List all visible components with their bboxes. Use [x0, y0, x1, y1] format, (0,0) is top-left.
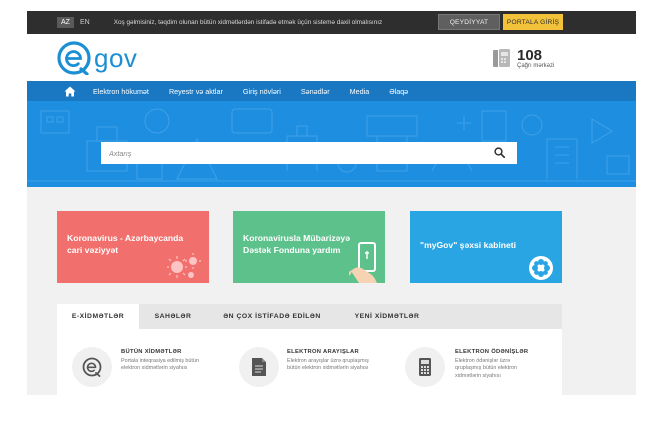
nav-item-login-types[interactable]: Giriş növləri [243, 87, 281, 96]
service-title: BÜTÜN XİDMƏTLƏR [121, 349, 182, 355]
services-tabs: E-XİDMƏTLƏR SAHƏLƏR ƏN ÇOX İSTİFADƏ EDİL… [57, 304, 562, 329]
tab-e-services[interactable]: E-XİDMƏTLƏR [57, 304, 139, 329]
nav-item-media[interactable]: Media [350, 87, 370, 96]
mygov-flower-icon [529, 256, 553, 280]
card-coronavirus-fund[interactable]: Koronavirusla Mübarizəyə Dəstək Fonduna … [233, 211, 385, 283]
virus-icon [167, 253, 201, 278]
search-bar[interactable] [101, 142, 517, 164]
service-icon-circle [405, 347, 445, 387]
call-center[interactable]: 108 Çağrı mərkəzi [492, 47, 554, 69]
tab-new-services[interactable]: YENİ XİDMƏTLƏR [337, 304, 437, 329]
tab-most-used[interactable]: ƏN ÇOX İSTİFADƏ EDİLƏN [207, 304, 337, 329]
services-panel: BÜTÜN XİDMƏTLƏR Portala inteqrasiya edil… [57, 329, 562, 395]
register-button[interactable]: QEYDİYYAT [438, 14, 500, 30]
hero-banner [27, 101, 636, 187]
document-icon [252, 358, 266, 376]
lang-en[interactable]: EN [76, 17, 94, 28]
service-description: Elektron arayışlar üzrə qruplaşmış bütün… [287, 358, 369, 372]
browser-page: AZ EN Xoş gəlmisiniz, təqdim olunan bütü… [27, 11, 636, 395]
top-bar: AZ EN Xoş gəlmisiniz, təqdim olunan bütü… [27, 11, 636, 34]
e-logo-icon [57, 41, 91, 75]
lang-az[interactable]: AZ [57, 17, 74, 28]
phone-hand-icon [349, 242, 377, 283]
nav-item-electronic-government[interactable]: Elektron hökumət [93, 87, 149, 96]
e-logo-icon [82, 357, 102, 377]
service-title: ELEKTRON ARAYIŞLAR [287, 349, 359, 355]
nav-item-documents[interactable]: Sənədlər [301, 87, 330, 96]
service-icon-circle [72, 347, 112, 387]
card-label: Koronavirusla Mübarizəyə Dəstək Fonduna … [243, 233, 350, 255]
search-icon[interactable] [494, 147, 505, 158]
welcome-message: Xoş gəlmisiniz, təqdim olunan bütün xidm… [113, 19, 383, 26]
site-header: gov 108 Çağrı mərkəzi [27, 34, 636, 81]
nav-item-contact[interactable]: Əlaqə [389, 87, 408, 96]
card-label: Koronavirus - Azərbaycanda cari vəziyyət [67, 233, 184, 255]
calculator-icon [419, 358, 431, 376]
tab-areas[interactable]: SAHƏLƏR [139, 304, 207, 329]
search-input[interactable] [109, 148, 479, 158]
service-description: Elektron ödənişlər üzrə qruplaşmış bütün… [455, 358, 518, 379]
nav-item-registry-acts[interactable]: Reyestr və aktlar [169, 87, 223, 96]
logo-text: gov [94, 43, 138, 73]
call-label: Çağrı mərkəzi [517, 62, 555, 69]
home-icon[interactable] [64, 86, 76, 97]
portal-login-button[interactable]: PORTALA GİRİŞ [503, 14, 563, 30]
phone-icon [493, 49, 510, 67]
card-coronavirus-status[interactable]: Koronavirus - Azərbaycanda cari vəziyyət [57, 211, 209, 283]
card-label: "myGov" şəxsi kabineti [420, 240, 517, 250]
call-number: 108 [517, 46, 543, 64]
egov-logo[interactable]: gov [57, 41, 137, 75]
service-icon-circle [239, 347, 279, 387]
service-description: Portala inteqrasiya edilmiş bütün elektr… [121, 358, 199, 372]
main-nav: Elektron hökumət Reyestr və aktlar Giriş… [27, 81, 636, 101]
service-title: ELEKTRON ÖDƏNİŞLƏR [455, 349, 529, 355]
card-mygov-cabinet[interactable]: "myGov" şəxsi kabineti [410, 211, 562, 283]
